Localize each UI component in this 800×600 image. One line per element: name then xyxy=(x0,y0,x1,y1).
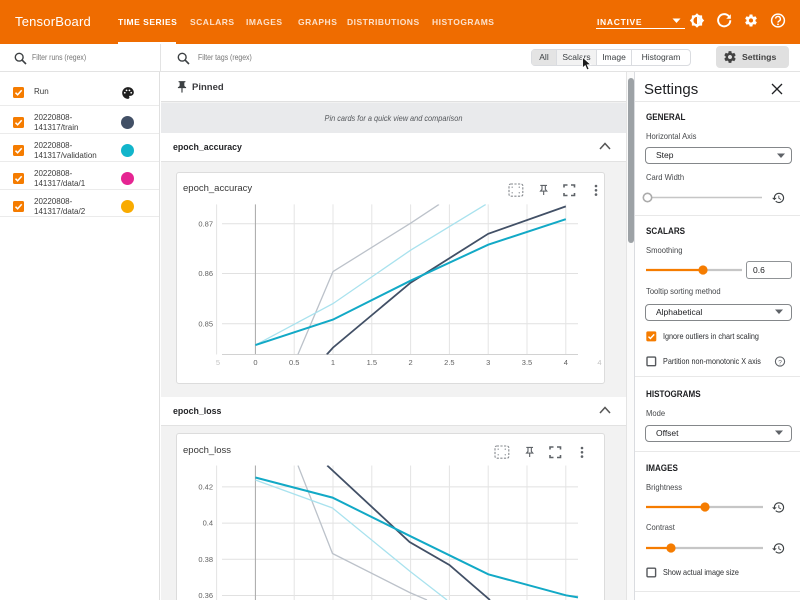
svg-text:?: ? xyxy=(778,359,782,366)
svg-text:2: 2 xyxy=(409,358,413,367)
svg-text:0.87: 0.87 xyxy=(198,219,213,228)
svg-text:0.42: 0.42 xyxy=(198,483,213,492)
svg-text:2.5: 2.5 xyxy=(444,358,454,367)
svg-text:5: 5 xyxy=(216,358,220,367)
svg-text:3: 3 xyxy=(486,358,490,367)
svg-text:4: 4 xyxy=(597,358,601,367)
svg-text:1: 1 xyxy=(331,358,335,367)
svg-text:0.86: 0.86 xyxy=(198,269,213,278)
svg-text:0.4: 0.4 xyxy=(203,519,213,528)
svg-text:0.5: 0.5 xyxy=(289,358,299,367)
svg-text:0.85: 0.85 xyxy=(198,319,213,328)
svg-text:1.5: 1.5 xyxy=(367,358,377,367)
svg-text:0: 0 xyxy=(253,358,257,367)
svg-text:0.36: 0.36 xyxy=(198,591,213,600)
svg-text:4: 4 xyxy=(564,358,568,367)
svg-text:3.5: 3.5 xyxy=(522,358,532,367)
svg-text:0.38: 0.38 xyxy=(198,555,213,564)
